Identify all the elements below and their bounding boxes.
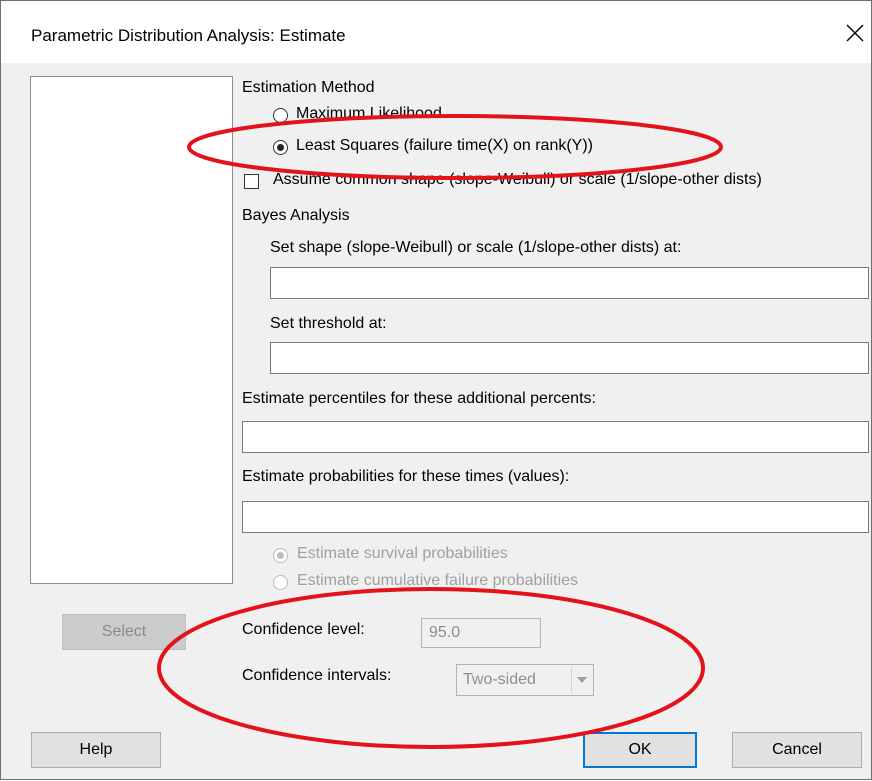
bayes-analysis-heading: Bayes Analysis bbox=[242, 207, 350, 224]
close-button[interactable] bbox=[837, 13, 872, 53]
estimate-dialog: Parametric Distribution Analysis: Estima… bbox=[0, 0, 872, 780]
confidence-intervals-dropdown[interactable]: Two-sided bbox=[456, 664, 594, 696]
help-button[interactable]: Help bbox=[31, 732, 161, 768]
confidence-level-label: Confidence level: bbox=[242, 621, 365, 638]
least-squares-radio[interactable] bbox=[273, 140, 288, 155]
cancel-button[interactable]: Cancel bbox=[732, 732, 862, 768]
maximum-likelihood-radio[interactable] bbox=[273, 108, 288, 123]
ok-button[interactable]: OK bbox=[583, 732, 697, 768]
select-button[interactable]: Select bbox=[62, 614, 186, 650]
assume-common-shape-label: Assume common shape (slope-Weibull) or s… bbox=[273, 171, 762, 188]
close-icon bbox=[846, 24, 864, 42]
cumulative-failure-radio[interactable] bbox=[273, 575, 288, 590]
survival-probabilities-label: Estimate survival probabilities bbox=[297, 545, 508, 562]
least-squares-label: Least Squares (failure time(X) on rank(Y… bbox=[296, 137, 593, 154]
variable-list[interactable] bbox=[30, 76, 233, 584]
set-threshold-label: Set threshold at: bbox=[270, 315, 387, 332]
maximum-likelihood-label: Maximum Likelihood bbox=[296, 105, 442, 122]
probabilities-input[interactable] bbox=[242, 501, 869, 533]
set-threshold-input[interactable] bbox=[270, 342, 869, 374]
confidence-intervals-label: Confidence intervals: bbox=[242, 667, 392, 684]
assume-common-shape-checkbox[interactable] bbox=[244, 174, 259, 189]
confidence-intervals-value: Two-sided bbox=[463, 671, 536, 688]
percentiles-label: Estimate percentiles for these additiona… bbox=[242, 390, 596, 407]
percentiles-input[interactable] bbox=[242, 421, 869, 453]
cumulative-failure-label: Estimate cumulative failure probabilitie… bbox=[297, 572, 579, 589]
chevron-down-icon bbox=[571, 668, 591, 692]
set-shape-label: Set shape (slope-Weibull) or scale (1/sl… bbox=[270, 239, 682, 256]
set-shape-input[interactable] bbox=[270, 267, 869, 299]
probabilities-label: Estimate probabilities for these times (… bbox=[242, 468, 570, 485]
confidence-level-field[interactable]: 95.0 bbox=[421, 618, 541, 648]
survival-probabilities-radio[interactable] bbox=[273, 548, 288, 563]
title-bar: Parametric Distribution Analysis: Estima… bbox=[1, 1, 871, 63]
dialog-title: Parametric Distribution Analysis: Estima… bbox=[31, 26, 346, 45]
estimation-method-heading: Estimation Method bbox=[242, 79, 375, 96]
